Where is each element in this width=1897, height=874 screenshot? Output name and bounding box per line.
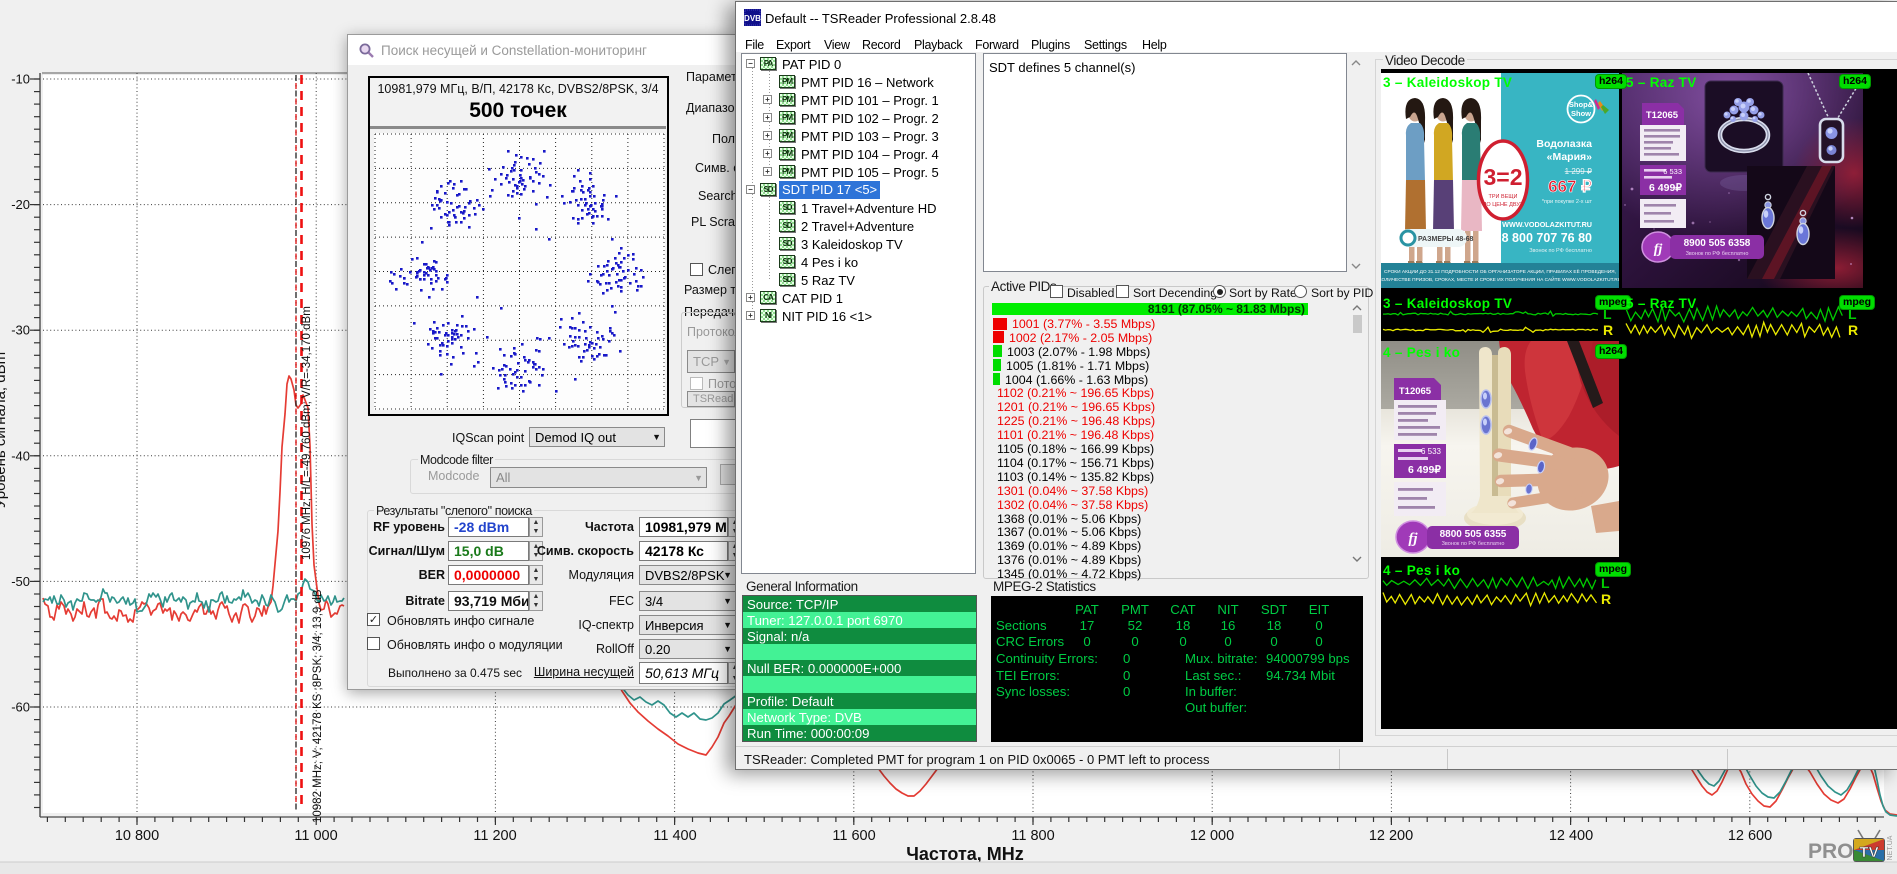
svg-text:11 800: 11 800 [1011,828,1054,844]
svg-text:NET.UA: NET.UA [1887,835,1894,860]
svg-text:12 000: 12 000 [1190,828,1234,844]
svg-text:-60: -60 [11,700,30,715]
svg-text:12 600: 12 600 [1728,828,1772,844]
svg-text:TV: TV [1859,844,1878,861]
svg-text:12 400: 12 400 [1549,828,1593,844]
svg-text:PRO: PRO [1808,840,1854,863]
svg-text:10 800: 10 800 [115,828,159,844]
svg-text:Частота, MHz: Частота, MHz [906,844,1024,864]
svg-text:-50: -50 [11,574,30,589]
svg-text:10976 MHz; H/L=-49,760 dBm;: 10976 MHz; H/L=-49,760 dBm; V/R=-34,170 … [301,306,313,560]
svg-text:DVB: DVB [744,14,761,23]
svg-text:-10: -10 [11,72,30,87]
svg-text:11 400: 11 400 [653,828,696,844]
svg-text:-20: -20 [11,197,30,212]
svg-text:Уровень сигнала, dBm: Уровень сигнала, dBm [0,352,9,508]
svg-text:10982 MHz; V; 42178 KS ;8PSK;: 10982 MHz; V; 42178 KS ;8PSK; 3/4; 13,9 … [312,589,324,823]
svg-text:-30: -30 [11,323,30,338]
svg-text:12 200: 12 200 [1369,828,1413,844]
svg-text:-40: -40 [11,448,30,463]
svg-text:11 600: 11 600 [832,828,875,844]
svg-text:11 200: 11 200 [473,828,516,844]
svg-text:11 000: 11 000 [294,828,337,844]
